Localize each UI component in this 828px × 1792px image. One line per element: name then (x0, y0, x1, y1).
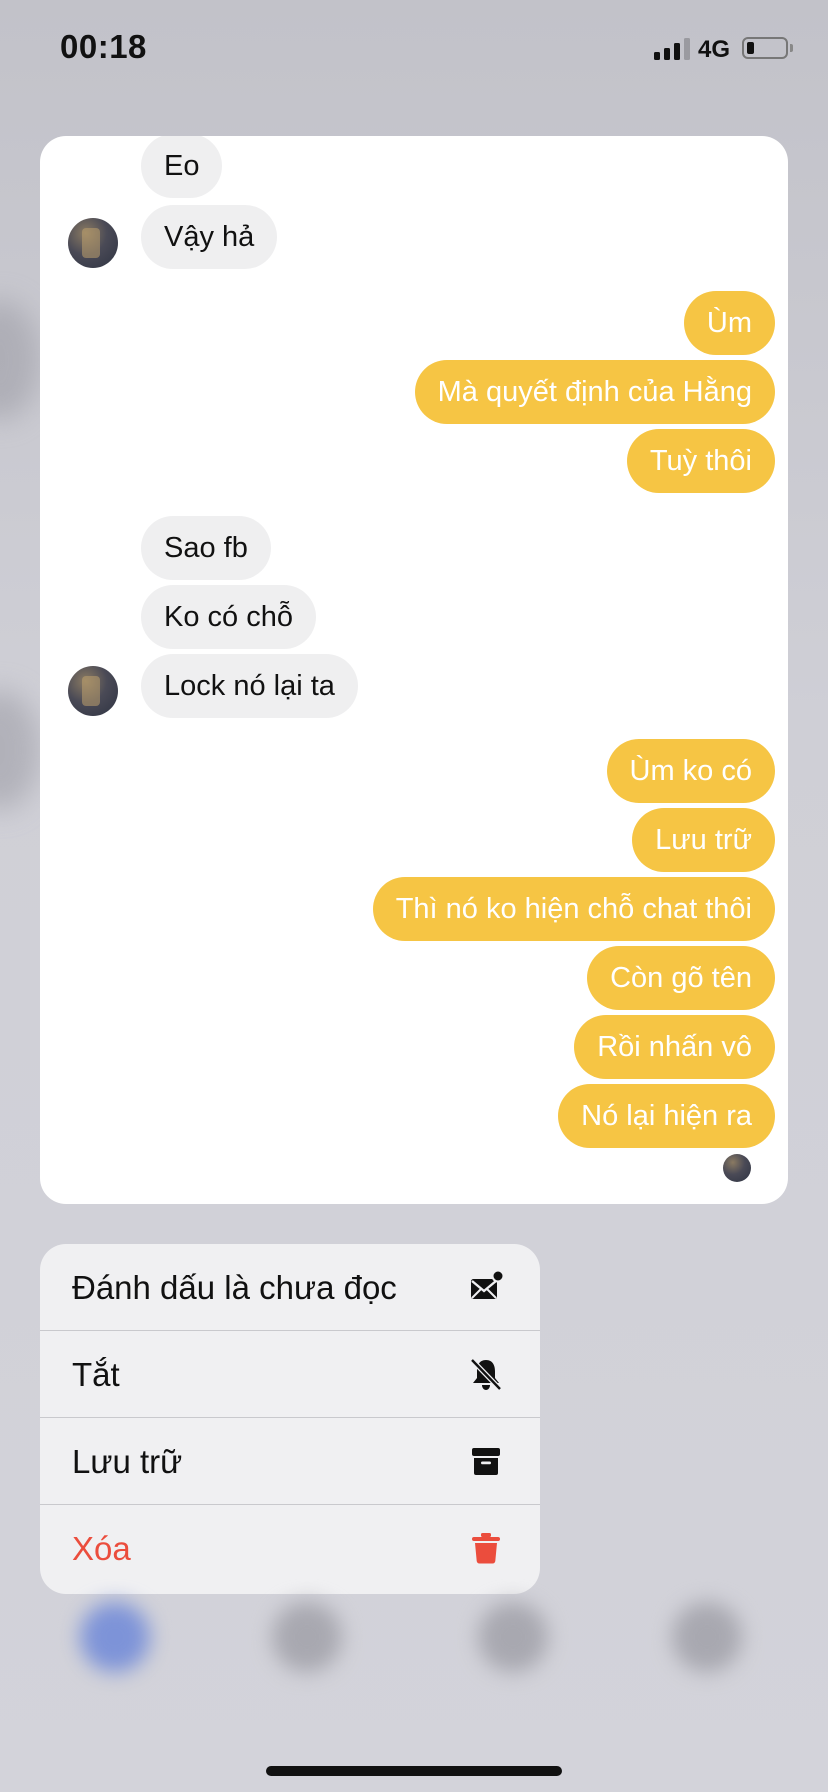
contact-avatar[interactable] (68, 218, 118, 268)
message-bubble-incoming[interactable]: Sao fb (141, 516, 271, 580)
message-bubble-outgoing[interactable]: Lưu trữ (632, 808, 775, 872)
archive-icon (472, 1448, 500, 1475)
menu-item-label: Xóa (72, 1530, 131, 1567)
message-bubble-outgoing[interactable]: Còn gõ tên (587, 946, 775, 1010)
status-bar: 00:18 4G (0, 0, 828, 100)
message-bubble-outgoing[interactable]: Rồi nhấn vô (574, 1015, 775, 1079)
menu-item-mark-unread[interactable]: Đánh dấu là chưa đọc (40, 1244, 540, 1331)
context-menu: Đánh dấu là chưa đọc Tắt Lưu trữ Xóa (40, 1244, 540, 1594)
bell-slash-icon (470, 1358, 502, 1391)
battery-cap (790, 44, 793, 52)
blurred-tab-icon (672, 1602, 742, 1672)
blurred-tab-icon (478, 1602, 548, 1672)
background-blur (0, 690, 40, 810)
message-bubble-incoming[interactable]: Eo (141, 136, 223, 198)
message-bubble-outgoing[interactable]: Ùm ko có (606, 739, 775, 803)
trash-icon (472, 1533, 500, 1564)
message-bubble-outgoing[interactable]: Ùm (683, 291, 775, 355)
message-bubble-incoming[interactable]: Ko có chỗ (141, 585, 316, 649)
message-bubble-incoming[interactable]: Vậy hả (141, 205, 278, 269)
blurred-tab-icon (272, 1602, 342, 1672)
message-bubble-outgoing[interactable]: Mà quyết định của Hằng (414, 360, 775, 424)
mark-unread-icon (471, 1269, 504, 1299)
home-indicator[interactable] (266, 1766, 562, 1776)
battery-icon (742, 37, 788, 59)
chat-preview[interactable]: Eo Vậy hả Ùm Mà quyết định của Hằng Tuỳ … (40, 136, 788, 1204)
message-bubble-outgoing[interactable]: Tuỳ thôi (626, 429, 775, 493)
network-type: 4G (698, 36, 731, 63)
status-time: 00:18 (60, 28, 147, 65)
menu-item-label: Đánh dấu là chưa đọc (72, 1269, 397, 1306)
message-bubble-outgoing[interactable]: Nó lại hiện ra (558, 1084, 775, 1148)
menu-item-mute[interactable]: Tắt (40, 1331, 540, 1418)
signal-strength-icon (654, 38, 690, 60)
menu-item-archive[interactable]: Lưu trữ (40, 1418, 540, 1505)
message-bubble-incoming[interactable]: Lock nó lại ta (141, 654, 358, 718)
message-bubble-outgoing[interactable]: Thì nó ko hiện chỗ chat thôi (372, 877, 775, 941)
background-blur (0, 300, 40, 420)
menu-item-label: Tắt (72, 1356, 120, 1393)
menu-item-label: Lưu trữ (72, 1443, 183, 1480)
menu-item-delete[interactable]: Xóa (40, 1505, 540, 1592)
blurred-tab-icon (80, 1602, 150, 1672)
contact-avatar[interactable] (68, 666, 118, 716)
seen-avatar (723, 1154, 751, 1182)
